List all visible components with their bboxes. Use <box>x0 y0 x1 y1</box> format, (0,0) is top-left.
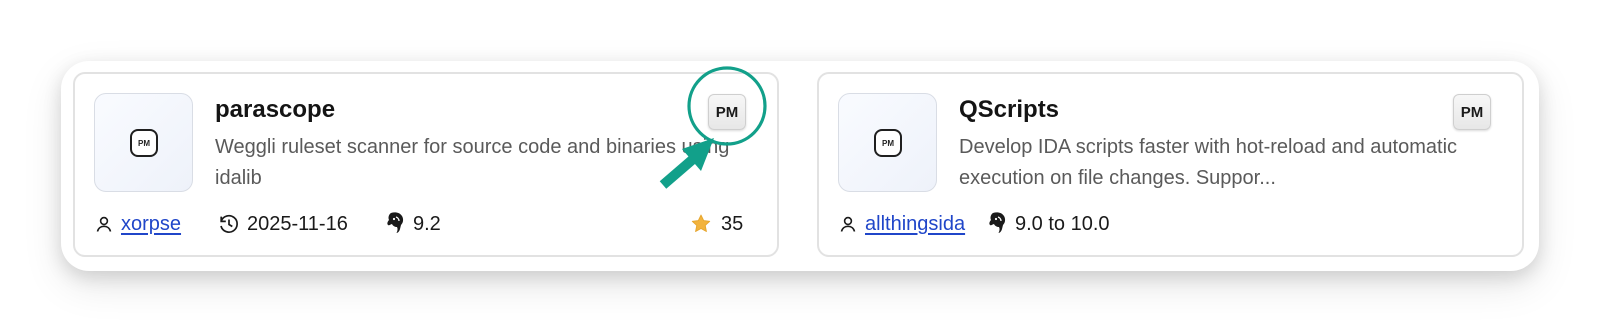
star-icon <box>690 213 712 235</box>
plugin-card-qscripts[interactable]: PM QScripts Develop IDA scripts faster w… <box>817 72 1524 257</box>
pm-logo-icon: PM <box>130 129 158 157</box>
ida-icon <box>385 211 409 237</box>
clock-icon <box>218 213 240 235</box>
ida-version: 9.0 to 10.0 <box>1015 212 1110 235</box>
ida-icon <box>987 211 1011 237</box>
plugin-thumbnail: PM <box>838 93 937 192</box>
pm-logo-icon: PM <box>874 129 902 157</box>
date-meta: 2025-11-16 <box>218 210 348 238</box>
plugin-title[interactable]: QScripts <box>959 96 1059 124</box>
plugin-card-parascope[interactable]: PM parascope Weggli ruleset scanner for … <box>73 72 779 257</box>
user-icon <box>839 215 857 233</box>
stars-meta: 35 <box>690 210 743 238</box>
star-count: 35 <box>721 212 744 235</box>
author-link[interactable]: xorpse <box>121 213 181 236</box>
plugin-manager-badge[interactable]: PM <box>708 94 746 130</box>
plugin-description: Weggli ruleset scanner for source code a… <box>215 136 730 189</box>
updated-date: 2025-11-16 <box>247 212 348 235</box>
author-meta: allthingsida <box>839 210 965 238</box>
plugin-thumbnail: PM <box>94 93 193 192</box>
ida-version: 9.2 <box>413 212 441 235</box>
ida-version-meta: 9.0 to 10.0 <box>987 210 1110 238</box>
plugin-manager-badge[interactable]: PM <box>1453 94 1491 130</box>
plugin-description: Develop IDA scripts faster with hot-relo… <box>959 136 1458 189</box>
user-icon <box>95 215 113 233</box>
plugin-title[interactable]: parascope <box>215 96 335 124</box>
author-link[interactable]: allthingsida <box>865 213 965 236</box>
author-meta: xorpse <box>95 210 181 238</box>
ida-version-meta: 9.2 <box>385 210 441 238</box>
